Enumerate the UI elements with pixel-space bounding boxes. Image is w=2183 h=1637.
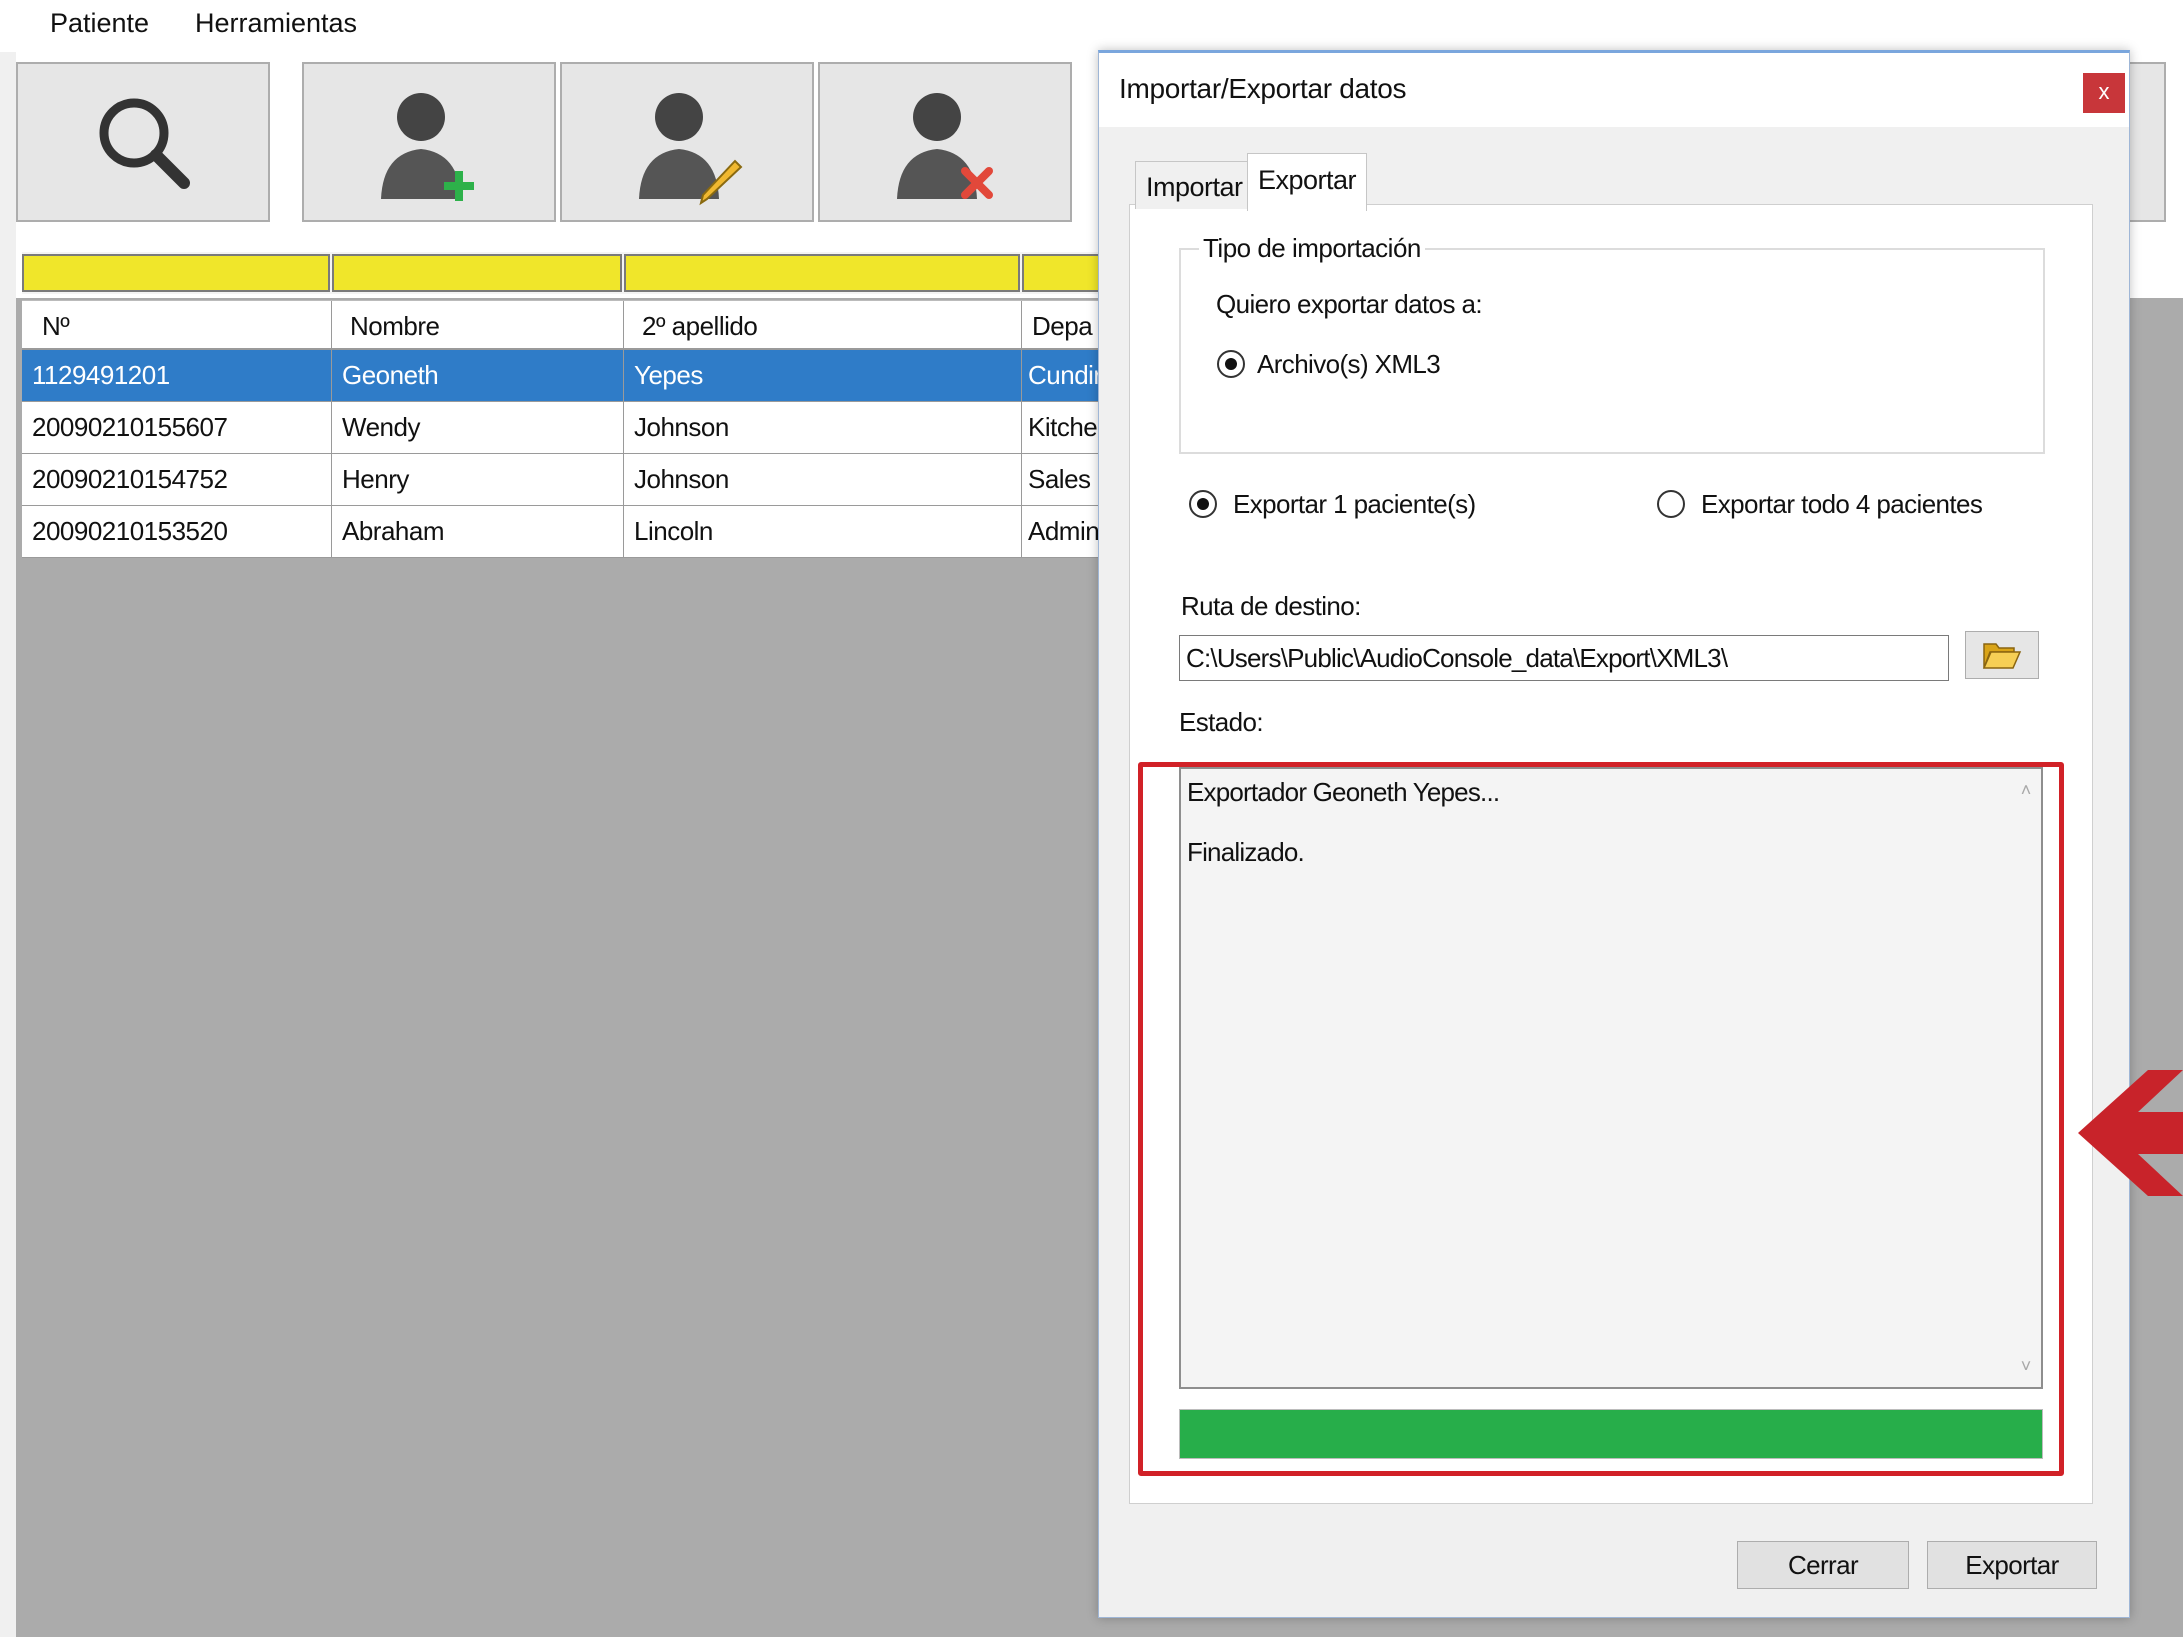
edit-patient-button[interactable] <box>560 62 814 222</box>
cell-no: 20090210154752 <box>22 454 332 505</box>
window-left-border <box>0 52 16 1637</box>
table-row[interactable]: 20090210155607 Wendy Johnson Kitche <box>22 402 1102 454</box>
cell-depa: Sales <box>1028 464 1091 494</box>
close-dialog-button[interactable]: Cerrar <box>1737 1541 1909 1589</box>
filter-cell-depa[interactable] <box>1022 254 1102 292</box>
destination-path-input[interactable]: C:\Users\Public\AudioConsole_data\Export… <box>1179 635 1949 681</box>
export-button[interactable]: Exportar <box>1927 1541 2097 1589</box>
search-button[interactable] <box>16 62 270 222</box>
cell-no: 20090210155607 <box>22 402 332 453</box>
export-selected-label[interactable]: Exportar 1 paciente(s) <box>1233 489 1476 520</box>
menu-patiente[interactable]: Patiente <box>50 8 149 39</box>
cell-depa: Admin <box>1028 516 1100 546</box>
cell-apellido: Johnson <box>624 402 1022 453</box>
dialog-titlebar: Importar/Exportar datos x <box>1099 53 2129 127</box>
cell-nombre: Geoneth <box>332 350 624 401</box>
col-header-depa[interactable]: Depa <box>1022 301 1102 348</box>
table-row[interactable]: 20090210153520 Abraham Lincoln Admin <box>22 506 1102 558</box>
search-icon <box>99 98 190 189</box>
status-label: Estado: <box>1179 707 1264 737</box>
format-xml3-label[interactable]: Archivo(s) XML3 <box>1257 349 1441 380</box>
menu-bar: Patiente Herramientas <box>0 0 2183 52</box>
tab-exportar[interactable]: Exportar <box>1247 153 1368 211</box>
pointer-arrow-icon <box>2078 1070 2183 1196</box>
filter-cell-nombre[interactable] <box>332 254 622 292</box>
close-button[interactable]: x <box>2083 73 2125 113</box>
tab-importar[interactable]: Importar <box>1135 161 1254 209</box>
user-add-icon <box>381 93 474 201</box>
toolbar-overflow-edge <box>2126 62 2166 222</box>
export-to-label: Quiero exportar datos a: <box>1216 289 1483 319</box>
col-header-no[interactable]: Nº <box>22 301 332 348</box>
col-header-apellido[interactable]: 2º apellido <box>624 301 1022 348</box>
cell-apellido: Johnson <box>624 454 1022 505</box>
cell-nombre: Abraham <box>332 506 624 557</box>
filter-cell-apellido[interactable] <box>624 254 1020 292</box>
filter-row <box>22 252 1102 294</box>
cell-nombre: Wendy <box>332 402 624 453</box>
export-selected-radio[interactable] <box>1189 490 1217 518</box>
table-row[interactable]: 20090210154752 Henry Johnson Sales <box>22 454 1102 506</box>
dialog-title: Importar/Exportar datos <box>1119 73 1407 104</box>
filter-cell-no[interactable] <box>22 254 330 292</box>
group-title: Tipo de importación <box>1199 233 1425 264</box>
export-all-radio[interactable] <box>1657 490 1685 518</box>
cell-no: 1129491201 <box>22 350 332 401</box>
col-header-nombre[interactable]: Nombre <box>332 301 624 348</box>
close-icon: x <box>2098 79 2110 104</box>
destination-label: Ruta de destino: <box>1181 591 1361 621</box>
folder-open-icon <box>1982 643 2022 669</box>
menu-herramientas[interactable]: Herramientas <box>195 8 357 39</box>
browse-folder-button[interactable] <box>1965 631 2039 679</box>
cell-apellido: Yepes <box>624 350 1022 401</box>
export-all-label[interactable]: Exportar todo 4 pacientes <box>1701 489 1983 520</box>
delete-patient-button[interactable] <box>818 62 1072 222</box>
format-xml3-radio[interactable] <box>1217 350 1245 378</box>
grid-header: Nº Nombre 2º apellido Depa <box>22 300 1102 350</box>
add-patient-button[interactable] <box>302 62 556 222</box>
cell-depa: Cundir <box>1028 360 1102 390</box>
cell-depa: Kitche <box>1028 412 1098 442</box>
user-delete-icon <box>897 93 993 199</box>
user-edit-icon <box>639 93 743 206</box>
cell-apellido: Lincoln <box>624 506 1022 557</box>
table-row[interactable]: 1129491201 Geoneth Yepes Cundir <box>22 350 1102 402</box>
highlight-box <box>1138 762 2064 1476</box>
cell-no: 20090210153520 <box>22 506 332 557</box>
cell-nombre: Henry <box>332 454 624 505</box>
